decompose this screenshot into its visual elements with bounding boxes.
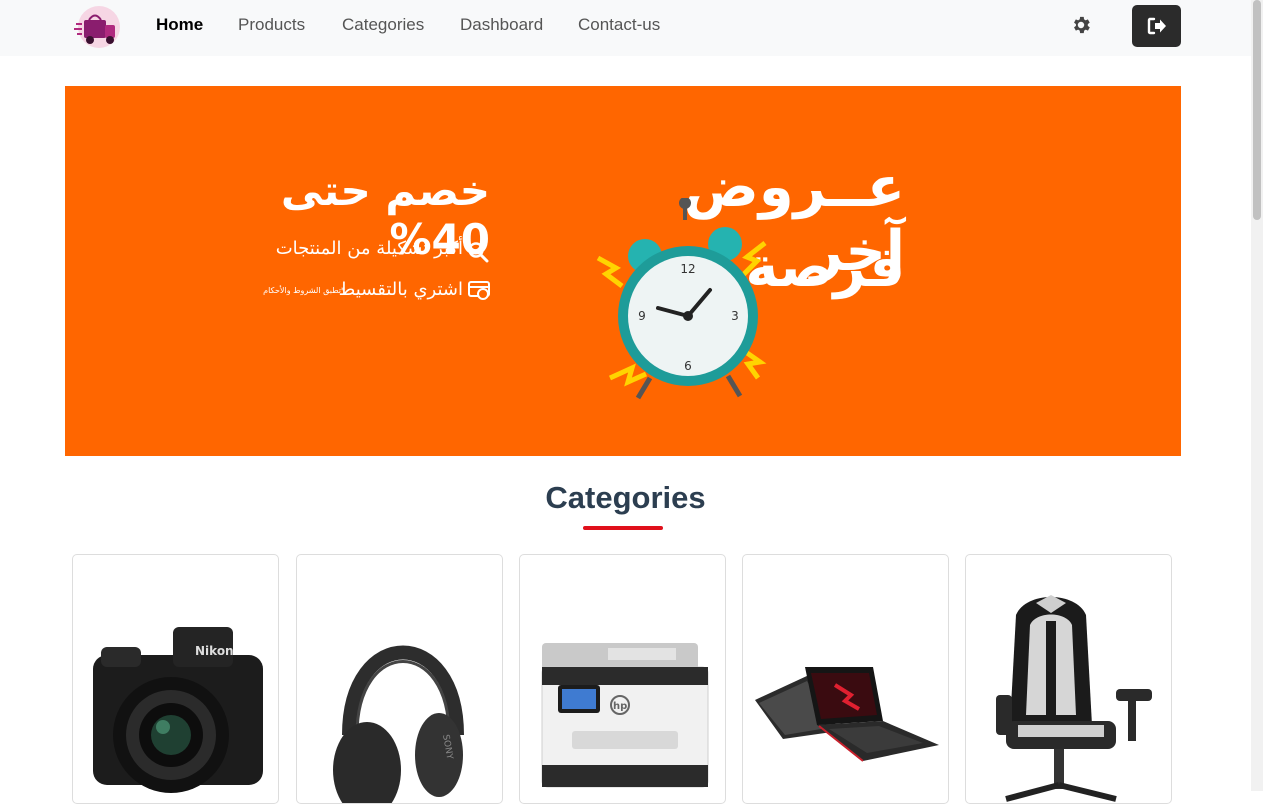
camera-image: Nikon	[93, 627, 263, 793]
search-icon	[468, 242, 489, 263]
gear-icon[interactable]	[1070, 14, 1092, 36]
nav-contact-us[interactable]: Contact-us	[578, 15, 660, 35]
headphones-image: SONY	[333, 645, 464, 803]
svg-text:6: 6	[684, 359, 692, 373]
nav-products[interactable]: Products	[238, 15, 305, 35]
category-card-gaming-chair[interactable]	[965, 554, 1172, 804]
title-underline	[583, 526, 663, 530]
nav-home[interactable]: Home	[156, 15, 203, 35]
svg-text:9: 9	[638, 309, 646, 323]
banner-terms: *تطبق الشروط والأحكام	[263, 286, 345, 295]
logout-button[interactable]	[1132, 5, 1181, 47]
nav-categories[interactable]: Categories	[342, 15, 424, 35]
svg-text:Nikon: Nikon	[195, 644, 234, 658]
svg-text:3: 3	[731, 309, 739, 323]
svg-text:hp: hp	[613, 701, 627, 712]
category-card-laptop[interactable]	[742, 554, 949, 804]
navbar: Home Products Categories Dashboard Conta…	[0, 0, 1251, 56]
category-card-printer[interactable]: hp	[519, 554, 726, 804]
promo-banner[interactable]: عــروض آخر فرصة 12 3 6 9 خصم حتى 40% أكب…	[65, 86, 1181, 456]
scrollbar-thumb[interactable]	[1253, 0, 1261, 220]
svg-text:12: 12	[680, 262, 695, 276]
page-scrollbar[interactable]	[1251, 0, 1263, 791]
banner-headline-line2: فرصة	[745, 235, 905, 300]
category-card-headphones[interactable]: SONY	[296, 554, 503, 804]
category-card-camera[interactable]: Nikon	[72, 554, 279, 804]
printer-image: hp	[541, 643, 709, 788]
alarm-clock-icon: 12 3 6 9	[596, 198, 767, 400]
banner-feature-1: أكبر تشكيلة من المنتجات	[275, 238, 463, 259]
shop-logo-icon[interactable]	[74, 6, 124, 48]
categories-title: Categories	[545, 480, 706, 515]
credit-card-icon	[468, 281, 490, 300]
gaming-chair-image	[996, 595, 1152, 802]
sign-out-icon	[1147, 17, 1166, 35]
nav-dashboard[interactable]: Dashboard	[460, 15, 543, 35]
laptop-image	[755, 667, 939, 762]
